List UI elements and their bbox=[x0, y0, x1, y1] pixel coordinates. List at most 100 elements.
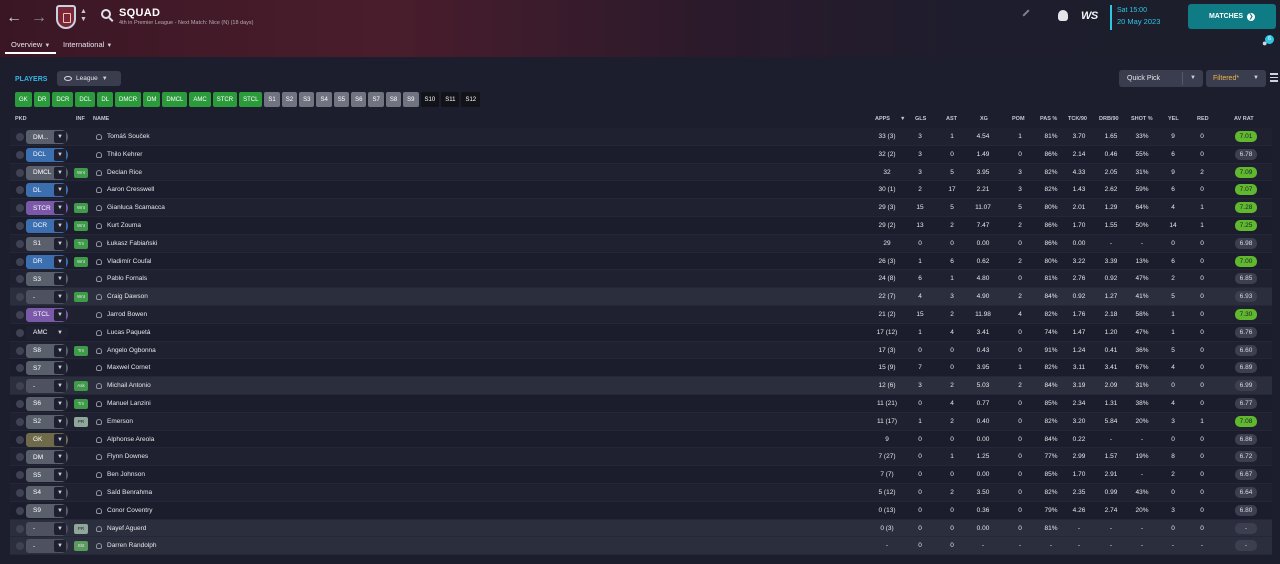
position-chip[interactable]: S10 bbox=[420, 92, 440, 107]
position-select[interactable]: S2 ▼ bbox=[26, 414, 68, 429]
player-name[interactable]: Alphonse Areola bbox=[107, 431, 154, 448]
matches-button[interactable]: MATCHES ❯ bbox=[1188, 4, 1276, 29]
table-row[interactable]: AMC ▼ Lucas Paquetá 17 (12) 1 4 3.41 0 74% 1.47 1.… bbox=[10, 323, 1272, 342]
row-checkbox[interactable] bbox=[16, 506, 24, 515]
player-name[interactable]: Thilo Kehrer bbox=[107, 146, 142, 163]
player-name[interactable]: Łukasz Fabiański bbox=[107, 235, 157, 252]
col-yel[interactable]: YEL bbox=[1168, 116, 1179, 122]
table-row[interactable]: GK ▼ Alphonse Areola 9 0 0 0.00 0 84% 0.22 - - 0 0 6.8… bbox=[10, 430, 1272, 449]
position-chip[interactable]: S8 bbox=[385, 92, 402, 107]
position-select[interactable]: S6 ▼ bbox=[26, 396, 68, 411]
row-checkbox[interactable] bbox=[16, 524, 24, 533]
player-name[interactable]: Saïd Benrahma bbox=[107, 484, 152, 501]
position-select[interactable]: DL ▼ bbox=[26, 183, 68, 198]
row-checkbox[interactable] bbox=[16, 221, 24, 230]
quick-pick-button[interactable]: Quick Pick ▼ bbox=[1119, 70, 1203, 87]
position-chip[interactable]: DM bbox=[143, 92, 161, 107]
tab-international[interactable]: International ▼ bbox=[63, 40, 112, 49]
row-checkbox[interactable] bbox=[16, 204, 24, 213]
table-row[interactable]: - ▼ Ask Michail Antonio 12 (6) 3 2 5.03 2 84% 3.19… bbox=[10, 377, 1272, 395]
position-chip[interactable]: GK bbox=[15, 92, 32, 107]
player-name[interactable]: Aaron Cresswell bbox=[107, 181, 154, 198]
row-checkbox[interactable] bbox=[16, 293, 24, 302]
position-select[interactable]: S5 ▼ bbox=[26, 468, 68, 483]
row-checkbox[interactable] bbox=[16, 488, 24, 497]
position-select[interactable]: DM ▼ bbox=[26, 450, 68, 465]
position-chip[interactable]: STCR bbox=[212, 92, 238, 107]
row-checkbox[interactable] bbox=[16, 168, 24, 177]
club-badge-icon[interactable] bbox=[56, 5, 76, 29]
table-row[interactable]: - ▼ Sht Darren Randolph -0 0- - - - - - - - - bbox=[10, 537, 1272, 556]
col-gls[interactable]: GLS bbox=[915, 116, 926, 122]
position-select[interactable]: - ▼ bbox=[26, 379, 68, 394]
player-name[interactable]: Tomáš Souček bbox=[107, 128, 150, 145]
table-row[interactable]: S8 ▼ Trn Angelo Ogbonna 17 (3) 0 0 0.43 0 91% 1.24… bbox=[10, 341, 1272, 360]
position-select[interactable]: - ▼ bbox=[26, 539, 68, 554]
position-chip[interactable]: S9 bbox=[403, 92, 419, 107]
row-checkbox[interactable] bbox=[16, 453, 24, 462]
col-pom[interactable]: POM bbox=[1012, 116, 1025, 122]
table-row[interactable]: DCR ▼ Wnt Kurt Zouma 29 (2) 13 2 7.47 2 86% 1.70 1.… bbox=[10, 216, 1272, 235]
col-xg[interactable]: XG bbox=[980, 116, 988, 122]
row-checkbox[interactable] bbox=[16, 435, 24, 444]
position-chip[interactable]: S4 bbox=[316, 92, 332, 107]
position-chip[interactable]: S5 bbox=[333, 92, 350, 107]
position-select[interactable]: S1 ▼ bbox=[26, 236, 68, 251]
player-name[interactable]: Angelo Ogbonna bbox=[107, 342, 156, 359]
position-select[interactable]: S8 ▼ bbox=[26, 343, 68, 358]
table-row[interactable]: S2 ▼ PR Emerson 11 (17) 1 2 0.40 0 82% 3.20 5.84 20%… bbox=[10, 412, 1272, 431]
table-row[interactable]: S5 ▼ Ben Johnson 7 (7) 0 0 0.00 0 85% 1.70 2.91 - 2 0… bbox=[10, 466, 1272, 484]
player-name[interactable]: Darren Randolph bbox=[107, 537, 157, 554]
row-checkbox[interactable] bbox=[16, 346, 24, 355]
manager-face-icon[interactable] bbox=[1058, 10, 1068, 21]
back-arrow-icon[interactable]: ← bbox=[6, 9, 22, 27]
position-select[interactable]: S9 ▼ bbox=[26, 503, 68, 518]
row-checkbox[interactable] bbox=[16, 399, 24, 408]
row-checkbox[interactable] bbox=[16, 417, 24, 426]
position-select[interactable]: GK ▼ bbox=[26, 432, 68, 447]
position-select[interactable]: STCR ▼ bbox=[26, 201, 68, 216]
up-down-chevron-icon[interactable]: ▲ ▼ bbox=[80, 8, 87, 24]
row-checkbox[interactable] bbox=[16, 310, 24, 319]
col-tck[interactable]: TCK/90 bbox=[1068, 116, 1087, 122]
position-select[interactable]: S4 ▼ bbox=[26, 485, 68, 500]
table-row[interactable]: - ▼ Wnt Craig Dawson 22 (7) 4 3 4.90 2 84% 0.92 1.2… bbox=[10, 288, 1272, 306]
position-select[interactable]: S7 ▼ bbox=[26, 361, 68, 376]
row-checkbox[interactable] bbox=[16, 542, 24, 551]
row-checkbox[interactable] bbox=[16, 364, 24, 373]
position-chip[interactable]: S7 bbox=[368, 92, 384, 107]
player-name[interactable]: Jarrod Bowen bbox=[107, 306, 147, 323]
row-checkbox[interactable] bbox=[16, 186, 24, 195]
col-av-rat[interactable]: AV RAT bbox=[1234, 116, 1254, 122]
col-name[interactable]: NAME bbox=[93, 116, 109, 122]
table-row[interactable]: DMCL ▼ Wnt Declan Rice 32 3 5 3.95 3 82% 4.33 2.05 3… bbox=[10, 163, 1272, 182]
player-name[interactable]: Michail Antonio bbox=[107, 377, 151, 394]
position-chip[interactable]: DL bbox=[97, 92, 114, 107]
col-apps[interactable]: APPS bbox=[875, 116, 890, 122]
row-checkbox[interactable] bbox=[16, 150, 24, 159]
position-chip[interactable]: DCR bbox=[52, 92, 74, 107]
filter-dropdown[interactable]: Filtered* ▼ bbox=[1206, 70, 1266, 87]
chevron-down-icon[interactable]: ▼ bbox=[1190, 75, 1196, 81]
table-row[interactable]: S3 ▼ Pablo Fornals 24 (8) 6 1 4.80 0 81% 2.76 0.92… bbox=[10, 270, 1272, 289]
player-name[interactable]: Nayef Aguerd bbox=[107, 520, 146, 537]
col-drb[interactable]: DRB/90 bbox=[1099, 116, 1119, 122]
menu-icon[interactable] bbox=[1270, 73, 1278, 83]
col-red[interactable]: RED bbox=[1197, 116, 1209, 122]
row-checkbox[interactable] bbox=[16, 133, 24, 141]
col-shot[interactable]: SHOT % bbox=[1131, 116, 1153, 122]
position-select[interactable]: - ▼ bbox=[26, 521, 68, 536]
row-checkbox[interactable] bbox=[16, 471, 24, 480]
position-select[interactable]: DCR ▼ bbox=[26, 218, 68, 233]
position-chip[interactable]: DR bbox=[33, 92, 51, 107]
table-row[interactable]: S6 ▼ Trn Manuel Lanzini 11 (21) 0 4 0.77 0 85% 2.3… bbox=[10, 394, 1272, 413]
position-select[interactable]: AMC ▼ bbox=[26, 325, 68, 340]
position-chip[interactable]: DCL bbox=[75, 92, 96, 107]
row-checkbox[interactable] bbox=[16, 257, 24, 266]
table-row[interactable]: STCR ▼ Wnt Gianluca Scamacca 29 (3) 15 5 11.07 5… bbox=[10, 199, 1272, 217]
player-name[interactable]: Ben Johnson bbox=[107, 466, 145, 483]
position-chip[interactable]: AMC bbox=[189, 92, 211, 107]
table-row[interactable]: DM... ▼ Tomáš Souček 33 (3) 3 1 4.54 1 81% 3.70 1.… bbox=[10, 128, 1272, 146]
position-chip[interactable]: DMCR bbox=[115, 92, 142, 107]
table-row[interactable]: DCL ▼ Thilo Kehrer 32 (2) 3 0 1.49 0 86% 2.14 0.46… bbox=[10, 145, 1272, 164]
